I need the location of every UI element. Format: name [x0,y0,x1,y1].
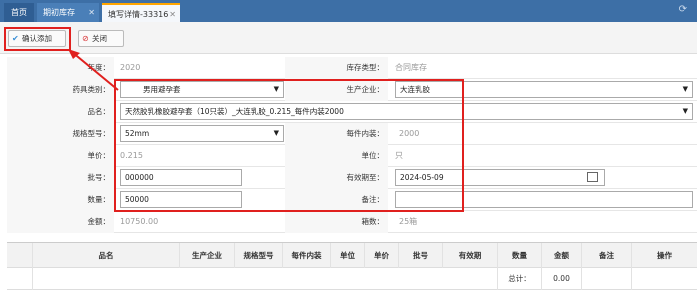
table-header: 品名 生产企业 规格型号 每件内装 单位 单价 批号 有效期 数量 金额 备注 … [7,243,697,268]
table-header-cell: 有效期 [442,243,497,268]
table-header-cell: 批号 [398,243,442,268]
total-label: 总计： [497,268,541,290]
table-header-cell: 规格型号 [234,243,282,268]
total-amount: 0.00 [541,268,581,290]
table-header-cell: 备注 [581,243,631,268]
table-total-row: 总计： 0.00 [7,268,697,290]
table-cell [581,268,631,290]
table-header-cell [7,243,32,268]
table-header-cell: 品名 [32,243,179,268]
table-header-cell: 金额 [541,243,581,268]
table-header-cell: 数量 [497,243,541,268]
table-header-cell: 生产企业 [179,243,234,268]
table-header-cell: 操作 [631,243,697,268]
table-cell [7,268,32,290]
table-header-cell: 每件内装 [282,243,330,268]
table-header-cell: 单价 [364,243,398,268]
detail-table: 品名 生产企业 规格型号 每件内装 单位 单价 批号 有效期 数量 金额 备注 … [7,242,697,290]
table-cell [631,268,697,290]
table-header-cell: 单位 [330,243,364,268]
table-cell [32,268,497,290]
